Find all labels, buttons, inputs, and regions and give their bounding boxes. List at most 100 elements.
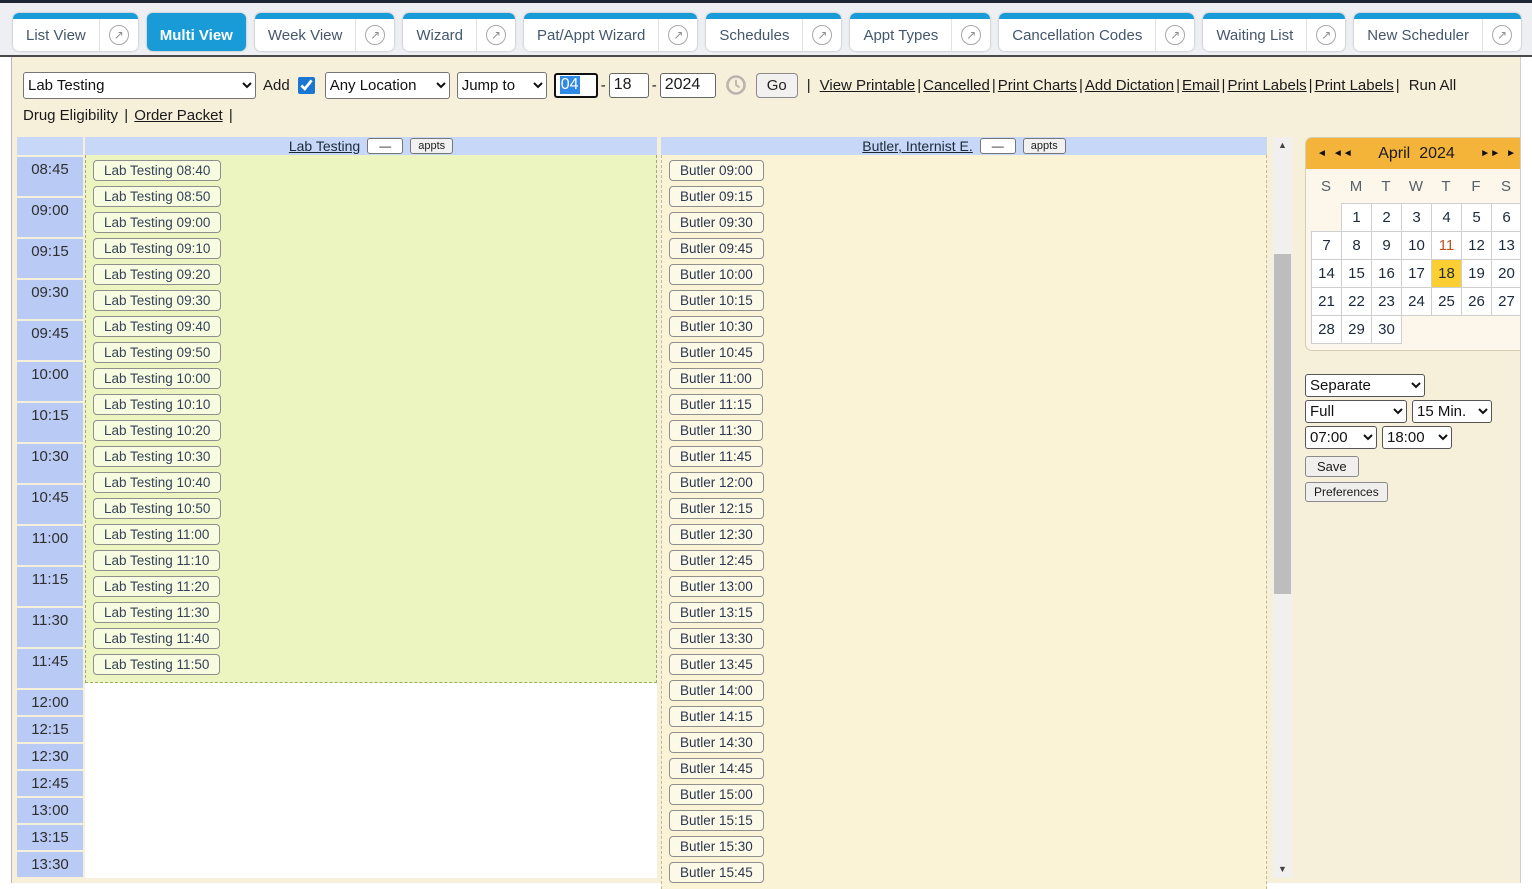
calendar-prev-icon[interactable]: ◄ (1317, 148, 1327, 159)
appointment-slot-button[interactable]: Butler 10:45 (669, 342, 764, 363)
add-checkbox[interactable] (298, 77, 315, 94)
appointment-slot-button[interactable]: Lab Testing 11:00 (93, 524, 220, 545)
calendar-day[interactable]: 1 (1341, 203, 1372, 232)
calendar-day[interactable]: 18 (1431, 259, 1462, 288)
calendar-day[interactable]: 10 (1401, 231, 1432, 260)
appointment-slot-button[interactable]: Butler 09:45 (669, 238, 764, 259)
tab-external-section[interactable]: ↗ (658, 19, 697, 51)
appointment-slot-button[interactable]: Butler 13:15 (669, 602, 764, 623)
calendar-next-fast-icon[interactable]: ►► (1480, 148, 1500, 159)
appointment-slot-button[interactable]: Lab Testing 10:00 (93, 368, 221, 389)
appointment-slot-button[interactable]: Butler 10:15 (669, 290, 764, 311)
drug-eligibility-label[interactable]: Drug Eligibility (23, 107, 118, 124)
appointment-slot-button[interactable]: Butler 09:15 (669, 186, 764, 207)
appointment-slot-button[interactable]: Butler 12:15 (669, 498, 764, 519)
size-select[interactable]: Full (1305, 400, 1407, 423)
location-select[interactable]: Any Location (325, 72, 450, 99)
run-all-label[interactable]: Run All (1409, 77, 1457, 94)
jump-to-select[interactable]: Jump to (457, 72, 547, 99)
appointment-slot-button[interactable]: Lab Testing 09:20 (93, 264, 221, 285)
toolbar-link[interactable]: Cancelled (923, 77, 990, 94)
appointment-slot-button[interactable]: Lab Testing 11:50 (93, 654, 220, 675)
calendar-next-icon[interactable]: ► (1506, 148, 1516, 159)
calendar-day[interactable]: 17 (1401, 259, 1432, 288)
appointment-slot-button[interactable]: Lab Testing 09:50 (93, 342, 221, 363)
toolbar-link[interactable]: Add Dictation (1085, 77, 1174, 94)
calendar-day[interactable]: 15 (1341, 259, 1372, 288)
tab[interactable]: Appt Types ↗ (850, 13, 990, 51)
appointment-slot-button[interactable]: Lab Testing 09:40 (93, 316, 221, 337)
calendar-day[interactable]: 2 (1371, 203, 1402, 232)
start-time-select[interactable]: 07:00 (1305, 426, 1377, 449)
calendar-day[interactable]: 6 (1491, 203, 1520, 232)
appointment-slot-button[interactable]: Butler 15:30 (669, 836, 764, 857)
tab[interactable]: Waiting List ↗ (1203, 13, 1345, 51)
appointment-slot-button[interactable]: Lab Testing 09:00 (93, 212, 221, 233)
end-time-select[interactable]: 18:00 (1382, 426, 1452, 449)
save-button[interactable]: Save (1305, 456, 1359, 477)
toolbar-link[interactable]: Print Labels (1315, 77, 1394, 94)
appointment-slot-button[interactable]: Lab Testing 09:10 (93, 238, 221, 259)
open-in-new-icon[interactable]: ↗ (812, 25, 832, 45)
tab[interactable]: List View ↗ (13, 13, 138, 51)
appointment-slot-button[interactable]: Lab Testing 09:30 (93, 290, 221, 311)
open-in-new-icon[interactable]: ↗ (1492, 25, 1512, 45)
preferences-button[interactable]: Preferences (1305, 482, 1388, 502)
open-in-new-icon[interactable]: ↗ (1316, 25, 1336, 45)
appointment-slot-button[interactable]: Butler 14:00 (669, 680, 764, 701)
appointment-slot-button[interactable]: Butler 15:15 (669, 810, 764, 831)
tab[interactable]: Multi View (147, 13, 246, 51)
appointment-slot-button[interactable]: Butler 10:00 (669, 264, 764, 285)
appointment-slot-button[interactable]: Lab Testing 10:20 (93, 420, 221, 441)
date-year-input[interactable]: 2024 (660, 73, 716, 98)
appointment-slot-button[interactable]: Lab Testing 10:30 (93, 446, 221, 467)
tab[interactable]: Pat/Appt Wizard ↗ (524, 13, 697, 51)
clock-icon[interactable] (725, 74, 747, 96)
appts-button[interactable]: appts (1023, 138, 1066, 154)
calendar-day[interactable]: 25 (1431, 287, 1462, 316)
calendar-day[interactable]: 22 (1341, 287, 1372, 316)
collapse-column-button[interactable]: — (367, 138, 403, 154)
appointment-slot-button[interactable]: Butler 09:00 (669, 160, 764, 181)
tab-external-section[interactable]: ↗ (99, 19, 138, 51)
open-in-new-icon[interactable]: ↗ (961, 25, 981, 45)
calendar-day[interactable]: 19 (1461, 259, 1492, 288)
appointment-slot-button[interactable]: Lab Testing 11:40 (93, 628, 220, 649)
appointment-slot-button[interactable]: Lab Testing 10:40 (93, 472, 221, 493)
open-in-new-icon[interactable]: ↗ (486, 25, 506, 45)
calendar-day[interactable]: 3 (1401, 203, 1432, 232)
calendar-day[interactable]: 9 (1371, 231, 1402, 260)
provider-name-link[interactable]: Butler, Internist E. (862, 138, 973, 154)
provider-name-link[interactable]: Lab Testing (289, 138, 360, 154)
tab-external-section[interactable]: ↗ (1482, 19, 1521, 51)
appointment-slot-button[interactable]: Butler 13:30 (669, 628, 764, 649)
tab[interactable]: Cancellation Codes ↗ (999, 13, 1194, 51)
tab[interactable]: Wizard ↗ (403, 13, 515, 51)
appointment-slot-button[interactable]: Lab Testing 08:50 (93, 186, 221, 207)
provider-select[interactable]: Lab Testing (23, 72, 256, 99)
tab[interactable]: Schedules ↗ (706, 13, 841, 51)
tab-external-section[interactable]: ↗ (1155, 19, 1194, 51)
calendar-day[interactable]: 26 (1461, 287, 1492, 316)
appointment-slot-button[interactable]: Butler 11:15 (669, 394, 763, 415)
calendar-day[interactable]: 21 (1311, 287, 1342, 316)
calendar-day[interactable]: 16 (1371, 259, 1402, 288)
appointment-slot-button[interactable]: Butler 11:30 (669, 420, 763, 441)
layout-mode-select[interactable]: Separate (1305, 374, 1425, 397)
go-button[interactable]: Go (756, 73, 798, 98)
appointment-slot-button[interactable]: Butler 12:30 (669, 524, 764, 545)
appointment-slot-button[interactable]: Lab Testing 10:50 (93, 498, 221, 519)
toolbar-link[interactable]: Print Labels (1227, 77, 1306, 94)
appointment-slot-button[interactable]: Butler 11:00 (669, 368, 763, 389)
appointment-slot-button[interactable]: Butler 14:15 (669, 706, 764, 727)
calendar-day[interactable]: 28 (1311, 315, 1342, 344)
calendar-day[interactable]: 11 (1431, 231, 1462, 260)
appointment-slot-button[interactable]: Lab Testing 11:10 (93, 550, 220, 571)
calendar-day[interactable]: 4 (1431, 203, 1462, 232)
date-day-input[interactable]: 18 (609, 73, 649, 98)
tab-external-section[interactable]: ↗ (802, 19, 841, 51)
calendar-day[interactable]: 5 (1461, 203, 1492, 232)
calendar-day[interactable]: 23 (1371, 287, 1402, 316)
appointment-slot-button[interactable]: Lab Testing 11:20 (93, 576, 220, 597)
appts-button[interactable]: appts (410, 138, 453, 154)
